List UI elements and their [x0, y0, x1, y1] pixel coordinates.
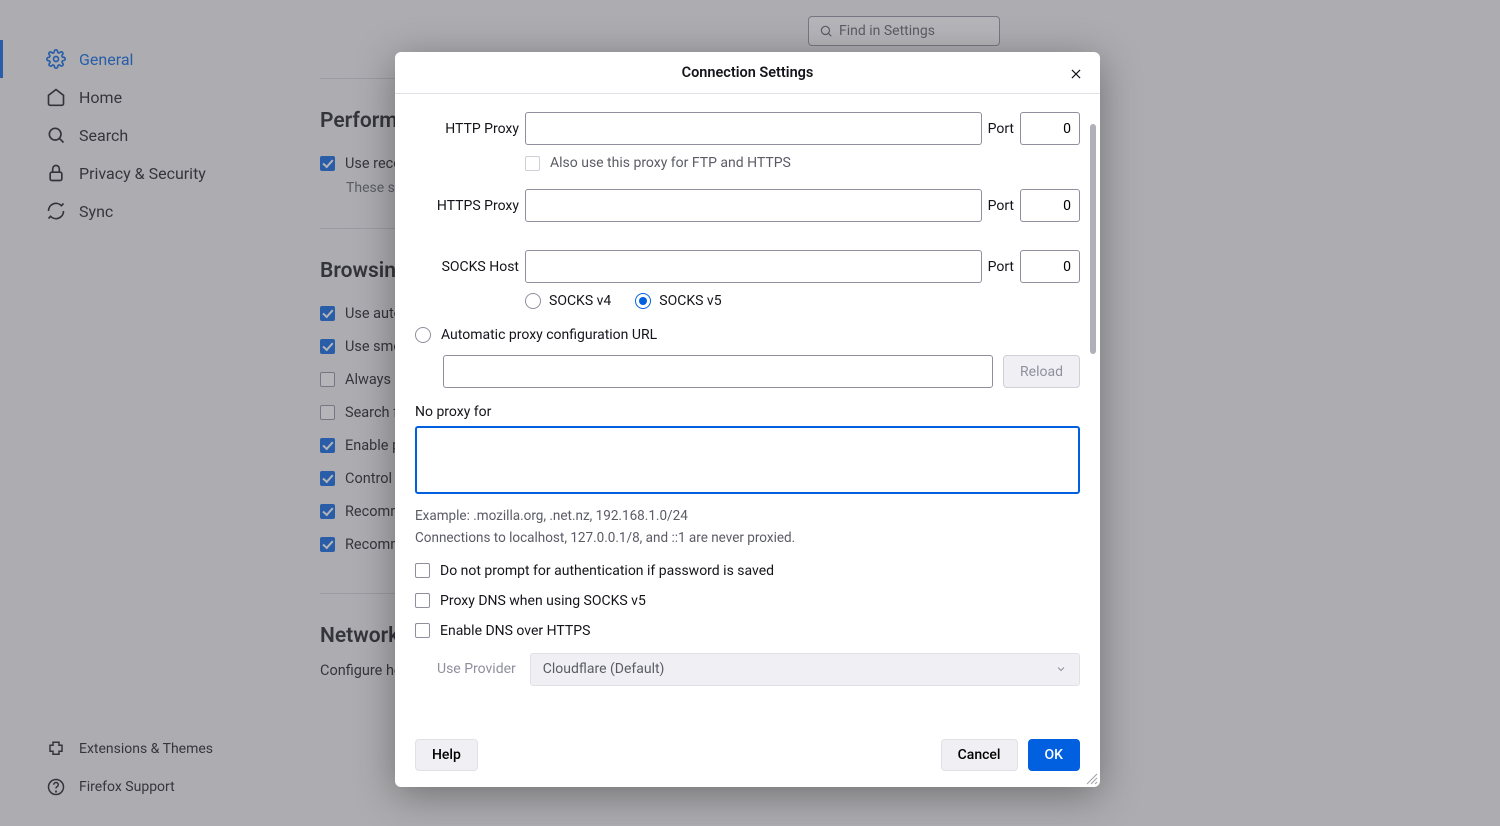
socks-port-input[interactable]: [1020, 250, 1080, 283]
http-proxy-label: HTTP Proxy: [415, 121, 519, 137]
socks-v4-radio[interactable]: SOCKS v4: [525, 293, 611, 309]
never-proxied-text: Connections to localhost, 127.0.0.1/8, a…: [415, 528, 1080, 548]
socks-host-label: SOCKS Host: [415, 259, 519, 275]
checkbox-icon: [415, 563, 430, 578]
socks-version-row: SOCKS v4 SOCKS v5: [525, 293, 1080, 309]
resize-handle[interactable]: [1084, 771, 1098, 785]
help-button[interactable]: Help: [415, 739, 478, 771]
pac-row: Reload: [443, 355, 1080, 388]
no-proxy-label: No proxy for: [415, 404, 1080, 420]
radio-icon: [525, 293, 541, 309]
scrollbar[interactable]: [1090, 124, 1096, 687]
radio-icon: [415, 327, 431, 343]
port-label: Port: [988, 198, 1014, 214]
dialog-footer: Help Cancel OK: [395, 727, 1100, 787]
http-port-input[interactable]: [1020, 112, 1080, 145]
https-port-input[interactable]: [1020, 189, 1080, 222]
pac-radio[interactable]: Automatic proxy configuration URL: [415, 327, 1080, 343]
provider-select[interactable]: Cloudflare (Default): [530, 653, 1080, 686]
http-proxy-input[interactable]: [525, 112, 982, 145]
enable-dns-https-row[interactable]: Enable DNS over HTTPS: [415, 623, 1080, 639]
dialog-body: HTTP Proxy Port Also use this proxy for …: [395, 94, 1100, 727]
socks-v5-radio[interactable]: SOCKS v5: [635, 293, 721, 309]
https-proxy-row: HTTPS Proxy Port: [415, 189, 1080, 222]
chevron-down-icon: [1055, 663, 1067, 675]
http-proxy-row: HTTP Proxy Port: [415, 112, 1080, 145]
provider-row: Use Provider Cloudflare (Default): [415, 653, 1080, 686]
proxy-dns-socks-row[interactable]: Proxy DNS when using SOCKS v5: [415, 593, 1080, 609]
port-label: Port: [988, 259, 1014, 275]
https-proxy-input[interactable]: [525, 189, 982, 222]
socks-host-row: SOCKS Host Port: [415, 250, 1080, 283]
checkbox-icon: [525, 156, 540, 171]
socks-host-input[interactable]: [525, 250, 982, 283]
reload-button[interactable]: Reload: [1003, 355, 1080, 388]
auth-checkbox-row[interactable]: Do not prompt for authentication if pass…: [415, 563, 1080, 579]
port-label: Port: [988, 121, 1014, 137]
dialog-title: Connection Settings: [682, 64, 814, 81]
also-use-label: Also use this proxy for FTP and HTTPS: [550, 155, 791, 171]
example-text: Example: .mozilla.org, .net.nz, 192.168.…: [415, 506, 1080, 526]
dialog-header: Connection Settings: [395, 52, 1100, 94]
also-use-proxy-row[interactable]: Also use this proxy for FTP and HTTPS: [525, 155, 1080, 171]
cancel-button[interactable]: Cancel: [941, 739, 1018, 771]
checkbox-icon: [415, 623, 430, 638]
close-icon: [1069, 67, 1083, 81]
checkbox-icon: [415, 593, 430, 608]
no-proxy-textarea[interactable]: [415, 426, 1080, 494]
pac-url-input[interactable]: [443, 355, 993, 388]
connection-settings-dialog: Connection Settings HTTP Proxy Port Also…: [395, 52, 1100, 787]
https-proxy-label: HTTPS Proxy: [415, 198, 519, 214]
ok-button[interactable]: OK: [1028, 739, 1081, 771]
close-button[interactable]: [1064, 62, 1088, 86]
radio-icon: [635, 293, 651, 309]
use-provider-label: Use Provider: [437, 661, 516, 677]
